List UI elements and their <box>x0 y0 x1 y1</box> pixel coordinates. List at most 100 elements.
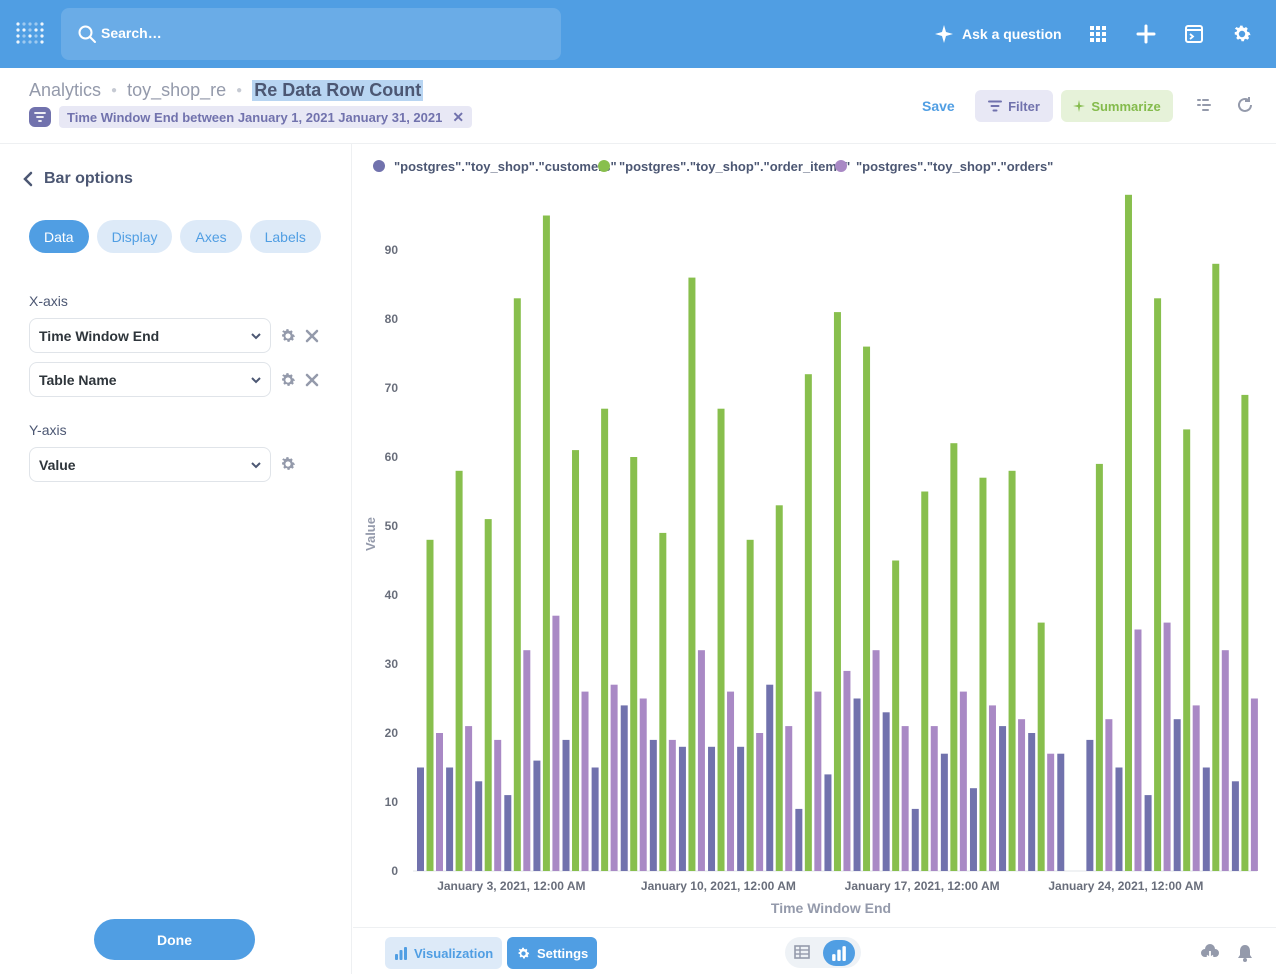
bar-0-15 <box>853 698 861 871</box>
bar-0-28 <box>1231 781 1239 871</box>
breadcrumb-analytics[interactable]: Analytics <box>29 80 101 101</box>
refresh-icon[interactable] <box>1236 96 1254 114</box>
bar-0-14 <box>824 774 832 871</box>
search-bar[interactable]: Search… <box>61 8 561 60</box>
notebook-editor-icon[interactable] <box>1196 96 1214 114</box>
question-title[interactable]: Re Data Row Count <box>252 80 424 101</box>
tab-display[interactable]: Display <box>96 220 173 253</box>
y-axis-field-value: Value <box>39 456 76 473</box>
bar-1-12 <box>775 505 783 871</box>
bar-0-16 <box>882 712 890 871</box>
y-tick-label: 50 <box>385 519 399 533</box>
y-tick-label: 30 <box>385 657 399 671</box>
y-axis-title: Value <box>363 517 378 551</box>
bar-2-19 <box>988 705 996 871</box>
bar-1-18 <box>950 443 958 871</box>
y-tick-label: 20 <box>385 726 399 740</box>
done-button[interactable]: Done <box>94 919 255 960</box>
settings-button[interactable]: Settings <box>507 937 598 969</box>
tab-axes[interactable]: Axes <box>180 220 242 253</box>
view-toggle <box>785 937 861 968</box>
bar-2-8 <box>668 739 676 871</box>
bar-2-11 <box>756 733 764 871</box>
x-axis-field-2-remove-icon[interactable] <box>305 373 319 387</box>
y-tick-label: 60 <box>385 450 399 464</box>
filter-button[interactable]: Filter <box>975 90 1053 122</box>
bar-0-18 <box>940 753 948 871</box>
x-axis-field-1-remove-icon[interactable] <box>305 329 319 343</box>
new-plus-icon[interactable] <box>1134 22 1158 46</box>
settings-gear-icon[interactable] <box>1230 22 1254 46</box>
bar-0-21 <box>1028 733 1036 871</box>
x-tick-label: January 24, 2021, 12:00 AM <box>1048 879 1203 893</box>
filter-pill[interactable]: Time Window End between January 1, 2021 … <box>59 106 473 128</box>
tab-data[interactable]: Data <box>29 220 89 253</box>
y-tick-label: 40 <box>385 588 399 602</box>
breadcrumb-separator: ● <box>111 85 118 96</box>
x-axis-title: Time Window End <box>771 900 891 916</box>
bar-2-5 <box>581 691 589 871</box>
bar-0-25 <box>1144 795 1152 871</box>
breadcrumb-toy-shop[interactable]: toy_shop_re <box>127 80 226 101</box>
breadcrumb: Analytics ● toy_shop_re ● Re Data Row Co… <box>29 80 424 101</box>
x-axis-field-select-2[interactable]: Table Name <box>29 362 271 397</box>
filter-toggle-icon[interactable] <box>29 107 51 127</box>
bar-2-7 <box>639 698 647 871</box>
save-button[interactable]: Save <box>922 98 955 114</box>
chevron-down-icon <box>251 377 261 384</box>
bar-2-1 <box>465 726 473 871</box>
metabase-logo-icon[interactable] <box>14 18 46 50</box>
bar-2-6 <box>610 684 618 871</box>
apps-grid-icon[interactable] <box>1086 22 1110 46</box>
bar-1-24 <box>1124 194 1132 872</box>
bar-2-18 <box>959 691 967 871</box>
bar-0-13 <box>795 808 803 871</box>
bottom-toolbar: Visualization Settings <box>353 927 1276 974</box>
download-icon[interactable] <box>1200 943 1220 963</box>
bar-2-25 <box>1163 622 1171 871</box>
ask-question-button[interactable]: Ask a question <box>934 22 1062 46</box>
bar-1-27 <box>1212 263 1220 871</box>
back-to-chart-types[interactable]: Bar options <box>22 170 133 188</box>
x-axis-field-select-1[interactable]: Time Window End <box>29 318 271 353</box>
bar-0-26 <box>1173 719 1181 871</box>
bar-1-16 <box>892 560 900 871</box>
visualization-button[interactable]: Visualization <box>385 937 503 969</box>
legend-label-0: "postgres"."toy_shop"."customers" <box>394 159 617 174</box>
y-axis-field-select[interactable]: Value <box>29 447 271 482</box>
bar-0-23 <box>1086 739 1094 871</box>
chevron-down-icon <box>251 462 261 469</box>
bar-1-9 <box>688 277 696 872</box>
bar-1-1 <box>455 470 463 871</box>
sql-editor-icon[interactable] <box>1182 22 1206 46</box>
bar-2-17 <box>930 726 938 871</box>
summarize-button[interactable]: Summarize <box>1061 90 1173 122</box>
tab-labels[interactable]: Labels <box>249 220 321 253</box>
legend-label-2: "postgres"."toy_shop"."orders" <box>856 159 1053 174</box>
bar-1-2 <box>484 519 492 871</box>
y-axis-field-settings-icon[interactable] <box>279 455 297 473</box>
sparkle-icon <box>935 25 953 43</box>
bar-1-5 <box>572 450 580 871</box>
bar-1-3 <box>513 298 521 871</box>
chart-view-toggle[interactable] <box>823 940 855 966</box>
x-axis-field-1-settings-icon[interactable] <box>279 327 297 345</box>
bar-0-22 <box>1057 753 1065 871</box>
remove-filter-icon[interactable]: ✕ <box>452 109 464 126</box>
bar-1-14 <box>833 312 841 872</box>
bell-icon[interactable] <box>1235 943 1255 963</box>
bar-2-23 <box>1105 719 1113 871</box>
bar-0-20 <box>999 726 1007 871</box>
bar-2-26 <box>1192 705 1200 871</box>
x-axis-field-2-settings-icon[interactable] <box>279 371 297 389</box>
bar-1-26 <box>1183 429 1191 871</box>
summarize-icon <box>1073 100 1086 112</box>
bar-chart: "postgres"."toy_shop"."customers" "postgr… <box>363 159 1258 916</box>
bar-1-25 <box>1154 298 1162 871</box>
table-view-icon[interactable] <box>793 943 811 961</box>
x-axis-field-1-value: Time Window End <box>39 327 160 344</box>
y-axis-heading: Y-axis <box>29 422 67 438</box>
bar-1-4 <box>542 215 550 871</box>
bar-2-13 <box>814 691 822 871</box>
bar-0-5 <box>562 739 570 871</box>
